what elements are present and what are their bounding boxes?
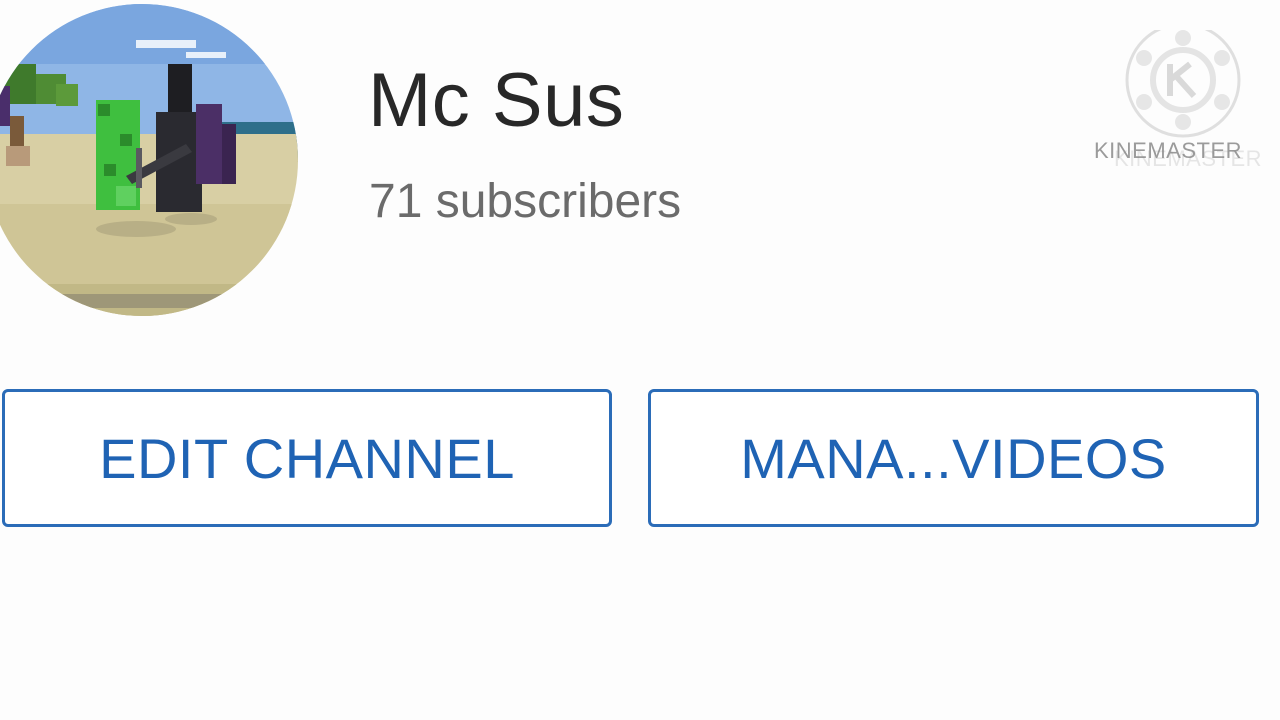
watermark-text: KINEMASTER [1094,138,1243,163]
channel-name: Mc Sus [368,58,625,143]
manage-videos-button[interactable]: MANA...VIDEOS [648,389,1259,527]
channel-avatar[interactable] [0,4,298,316]
edit-channel-button[interactable]: EDIT CHANNEL [2,389,612,527]
avatar-image [0,4,298,316]
subscriber-count: 71 subscribers [369,175,682,228]
channel-page: Mc Sus 71 subscribers KINEMASTER KINEMAS… [0,0,1280,720]
